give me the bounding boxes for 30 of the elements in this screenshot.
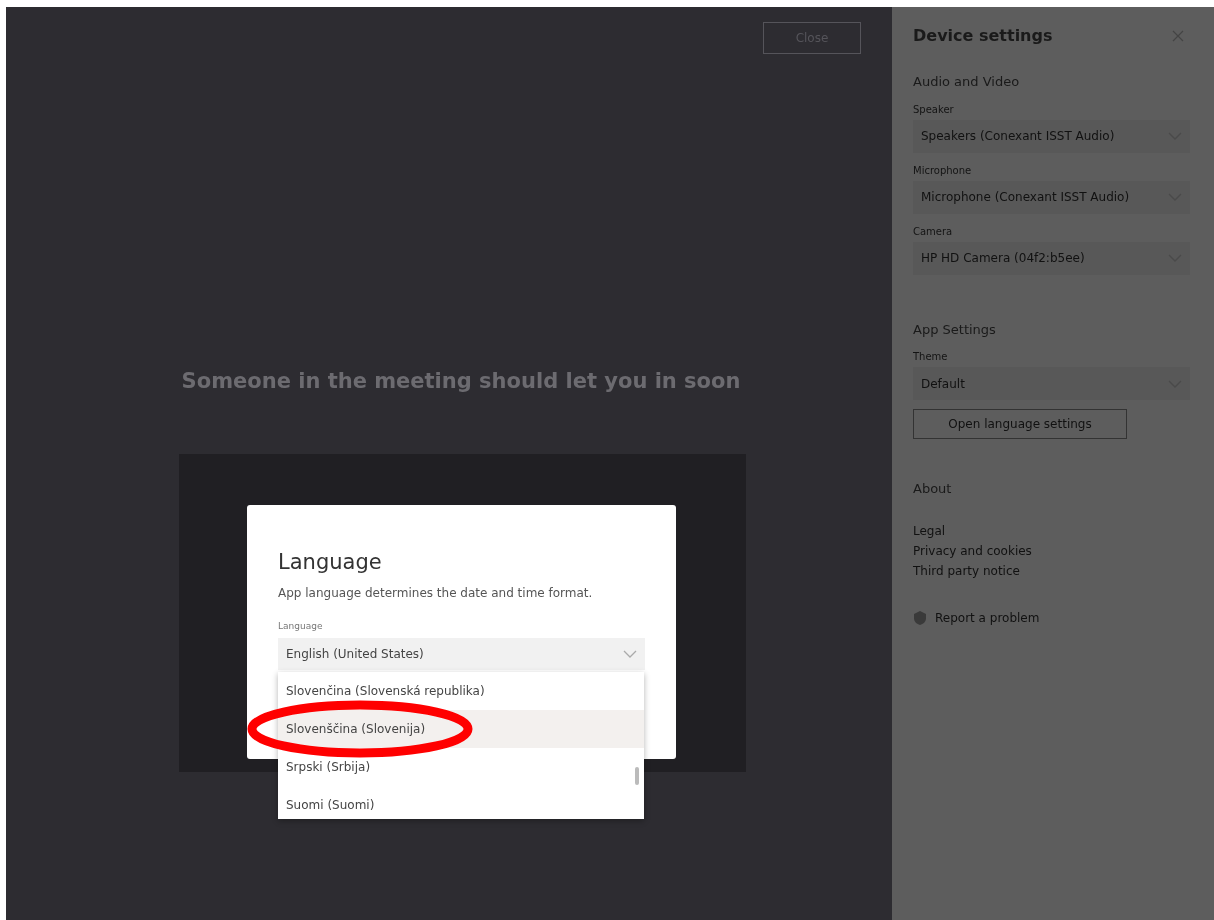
language-select[interactable]: English (United States) <box>278 637 645 670</box>
chevron-down-icon <box>623 649 637 658</box>
report-link[interactable]: Report a problem <box>935 607 1040 628</box>
field-label: Language <box>278 620 324 633</box>
shield-icon <box>913 609 927 626</box>
section-heading: About <box>913 480 953 498</box>
language-settings-button[interactable]: Open language settings <box>913 409 1127 439</box>
link[interactable]: Third party notice <box>913 560 1190 581</box>
field-label: Speaker <box>913 102 955 117</box>
select-field[interactable]: Speakers (Conexant ISST Audio) <box>913 119 1190 153</box>
field-label: Camera <box>913 224 954 239</box>
link[interactable]: Legal <box>913 520 1190 541</box>
field-label: Theme <box>913 350 949 364</box>
close-icon[interactable] <box>1172 30 1184 42</box>
dialog-title: Language <box>278 548 383 576</box>
scrollbar-thumb[interactable] <box>635 766 639 785</box>
select-field[interactable]: Microphone (Conexant ISST Audio) <box>913 180 1190 214</box>
link[interactable]: Privacy and cookies <box>913 540 1190 561</box>
dropdown-option[interactable]: Slovenščina (Slovenija) <box>278 709 644 748</box>
section-heading: App Settings <box>913 320 997 339</box>
status-message: Someone in the meeting should let you in soon <box>180 368 742 395</box>
dialog-description: App language determines the date and time format. <box>278 585 594 602</box>
dropdown-option[interactable]: Slovenčina (Slovenská republika) <box>278 671 644 710</box>
select-field[interactable]: HP HD Camera (04f2:b5ee) <box>913 241 1190 275</box>
panel-title: Device settings <box>913 25 1053 47</box>
dropdown-option[interactable]: Srpski (Srbija) <box>278 747 644 786</box>
field-label: Microphone <box>913 163 973 178</box>
section-heading: Audio and Video <box>913 73 1021 91</box>
select-field[interactable]: Default <box>913 367 1190 400</box>
dropdown-option[interactable]: Suomi (Suomi) <box>278 785 644 819</box>
